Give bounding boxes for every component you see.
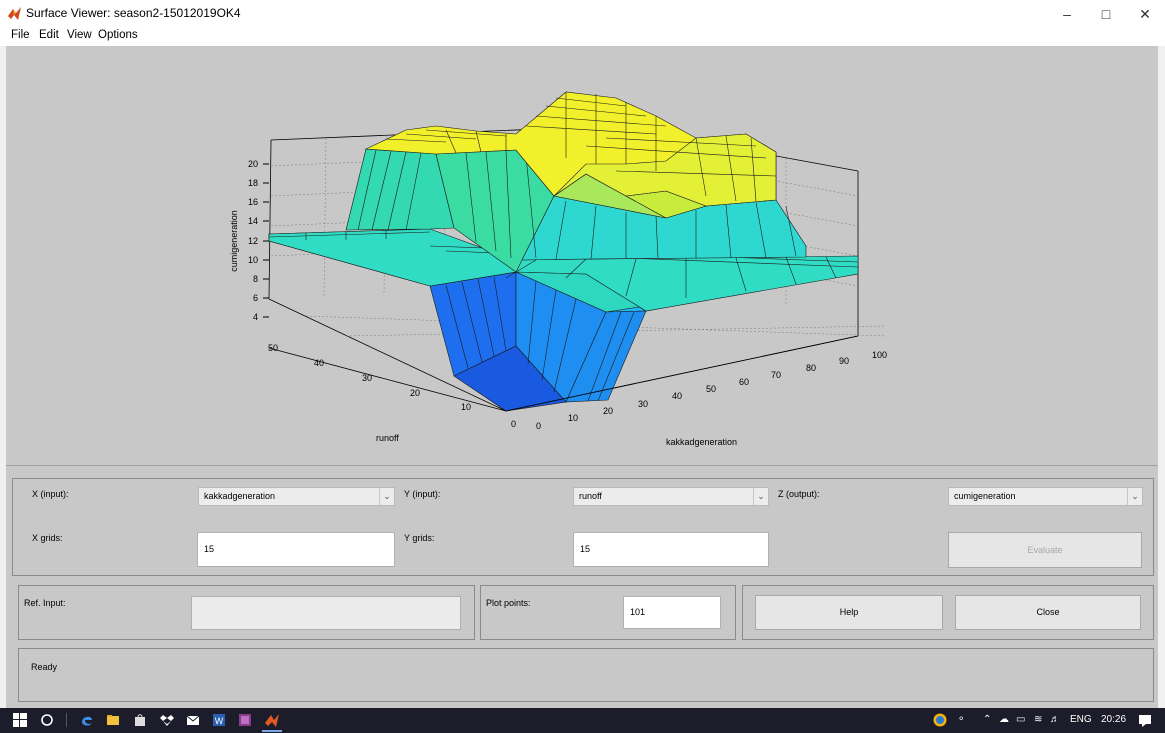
x-input-label: X (input): (32, 489, 69, 499)
y-axis-label: runoff (376, 433, 399, 443)
menu-view[interactable]: View (67, 29, 92, 41)
mail-icon[interactable] (186, 713, 200, 727)
x-tick-label: 90 (839, 356, 849, 366)
notifications-icon[interactable] (1138, 713, 1152, 727)
battery-icon[interactable]: ▭ (1016, 714, 1025, 725)
chevron-down-icon: ⌄ (1127, 488, 1142, 505)
minimize-button[interactable]: – (1048, 0, 1086, 28)
x-tick-label: 30 (638, 399, 648, 409)
help-tray-icon[interactable] (933, 713, 947, 727)
x-tick-label: 100 (872, 350, 887, 360)
x-input-value: kakkadgeneration (204, 491, 276, 501)
action-buttons-panel: Help Close (742, 585, 1154, 640)
people-icon[interactable]: ⚬ (957, 714, 965, 725)
evaluate-button[interactable]: Evaluate (948, 532, 1142, 568)
y-tick-label: 50 (268, 343, 278, 353)
store-icon[interactable] (133, 713, 147, 727)
x-tick-label: 10 (568, 413, 578, 423)
taskbar-divider (66, 713, 67, 727)
winrar-icon[interactable] (238, 713, 252, 727)
matlab-app-icon (8, 7, 21, 20)
z-output-select[interactable]: cumigeneration ⌄ (948, 487, 1143, 506)
z-output-label: Z (output): (778, 489, 820, 499)
x-grids-field[interactable]: 15 (197, 532, 395, 567)
x-tick-label: 20 (603, 406, 613, 416)
active-app-indicator (262, 730, 282, 732)
z-tick-label: 6 (253, 293, 258, 303)
z-tick-label: 8 (253, 274, 258, 284)
z-tick-label: 14 (248, 216, 258, 226)
maximize-button[interactable]: □ (1087, 0, 1125, 28)
matlab-icon[interactable] (265, 713, 279, 727)
svg-text:W: W (215, 716, 224, 726)
windows-start-icon[interactable] (13, 713, 27, 727)
word-icon[interactable]: W (212, 713, 226, 727)
menu-edit[interactable]: Edit (39, 29, 59, 41)
close-button[interactable]: Close (955, 595, 1141, 630)
x-grids-label: X grids: (32, 533, 63, 543)
menu-file[interactable]: File (11, 29, 30, 41)
y-input-select[interactable]: runoff ⌄ (573, 487, 769, 506)
menu-bar: File Edit View Options (0, 28, 1165, 46)
y-tick-label: 0 (511, 419, 516, 429)
z-tick-label: 16 (248, 197, 258, 207)
y-tick-label: 30 (362, 373, 372, 383)
chevron-up-icon[interactable]: ⌃ (983, 714, 991, 725)
title-bar: Surface Viewer: season2-15012019OK4 – □ … (0, 0, 1165, 28)
z-axis-label: cumigeneration (229, 210, 239, 272)
surface-plot[interactable]: 4 6 8 10 12 14 16 18 20 cumigeneration 0… (6, 46, 1158, 465)
status-text: Ready (31, 662, 58, 672)
x-tick-label: 70 (771, 370, 781, 380)
ref-input-field[interactable] (191, 596, 461, 630)
plot-points-label: Plot points: (486, 598, 531, 608)
y-input-label: Y (input): (404, 489, 441, 499)
x-tick-label: 80 (806, 363, 816, 373)
window-title: Surface Viewer: season2-15012019OK4 (26, 6, 241, 20)
file-explorer-icon[interactable] (106, 713, 120, 727)
help-button[interactable]: Help (755, 595, 943, 630)
y-tick-label: 10 (461, 402, 471, 412)
y-tick-label: 40 (314, 358, 324, 368)
ref-input-panel: Ref. Input: (18, 585, 475, 640)
clock[interactable]: 20:26 (1101, 714, 1126, 725)
z-axis: 4 6 8 10 12 14 16 18 20 cumigeneration (229, 159, 269, 322)
chevron-down-icon: ⌄ (753, 488, 768, 505)
cloud-icon[interactable]: ☁ (999, 714, 1009, 725)
taskbar: W ⚬ ⌃ ☁ ▭ ≋ ♬ ENG 20:26 (0, 708, 1165, 733)
edge-icon[interactable] (80, 713, 94, 727)
close-window-button[interactable]: ✕ (1126, 0, 1164, 28)
z-tick-label: 10 (248, 255, 258, 265)
z-tick-label: 4 (253, 312, 258, 322)
z-tick-label: 20 (248, 159, 258, 169)
y-grids-field[interactable]: 15 (573, 532, 769, 567)
status-panel: Ready (18, 648, 1154, 702)
surface-plot-area[interactable]: 4 6 8 10 12 14 16 18 20 cumigeneration 0… (6, 46, 1158, 465)
menu-options[interactable]: Options (98, 29, 138, 41)
cortana-icon[interactable] (40, 713, 54, 727)
plot-points-panel: Plot points: 101 (480, 585, 736, 640)
axes-settings-panel: X (input): kakkadgeneration ⌄ Y (input):… (12, 478, 1154, 576)
plot-points-field[interactable]: 101 (623, 596, 721, 629)
wifi-icon[interactable]: ≋ (1034, 714, 1042, 725)
z-output-value: cumigeneration (954, 491, 1016, 501)
x-tick-label: 60 (739, 377, 749, 387)
x-tick-label: 50 (706, 384, 716, 394)
z-tick-label: 18 (248, 178, 258, 188)
y-grids-label: Y grids: (404, 533, 435, 543)
volume-icon[interactable]: ♬ (1050, 714, 1060, 725)
x-tick-label: 0 (536, 421, 541, 431)
x-axis-label: kakkadgeneration (666, 437, 737, 447)
ref-input-label: Ref. Input: (24, 598, 66, 608)
y-tick-label: 20 (410, 388, 420, 398)
z-tick-label: 12 (248, 236, 258, 246)
x-input-select[interactable]: kakkadgeneration ⌄ (198, 487, 395, 506)
chevron-down-icon: ⌄ (379, 488, 394, 505)
dropbox-icon[interactable] (160, 713, 174, 727)
x-tick-label: 40 (672, 391, 682, 401)
y-input-value: runoff (579, 491, 602, 501)
language-indicator[interactable]: ENG (1070, 714, 1092, 725)
